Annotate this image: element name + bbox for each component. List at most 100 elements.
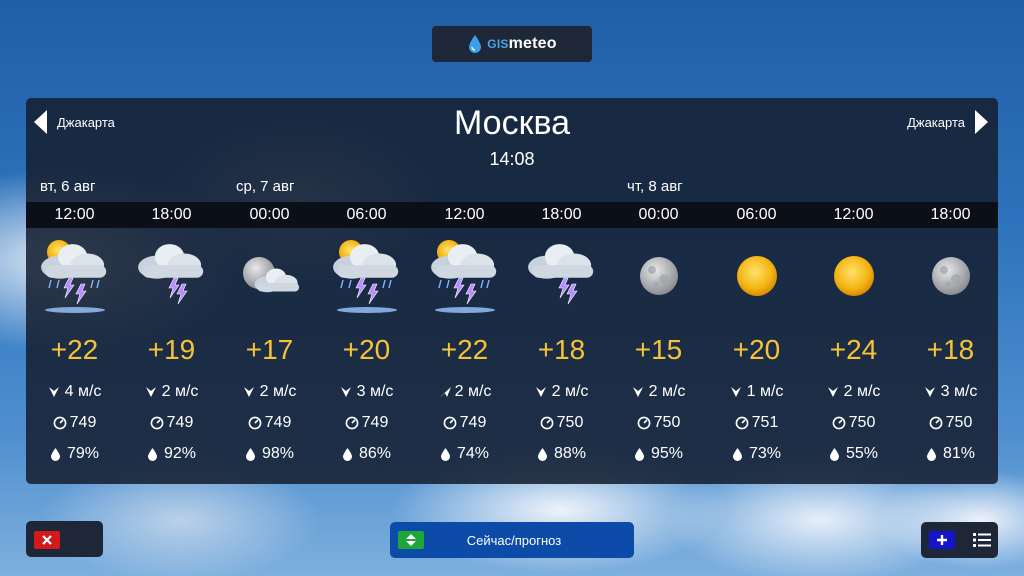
humidity-value: 79% [66,445,100,462]
forecast-humidity: 95% [610,445,707,463]
forecast-humidity: 92% [123,445,220,463]
pressure-value: 750 [848,414,876,431]
forecast-hour: 18:00 [151,206,192,223]
forecast-pressure: 749 [416,414,513,432]
forecast-wind: 2 м/с [416,383,513,401]
forecast-hour: 06:00 [346,206,387,223]
forecast-temperature: +15 [634,334,683,365]
forecast-wind: 2 м/с [123,383,220,401]
pressure-gauge-icon [345,416,359,430]
pressure-gauge-icon [637,416,651,430]
wind-value: 3 м/с [356,383,394,400]
forecast-wind: 2 м/с [513,383,610,401]
humidity-drop-icon [537,447,549,461]
thunderstorm-rain-sun-icon [318,236,415,316]
forecast-wind: 4 м/с [26,383,123,401]
forecast-hour: 00:00 [638,206,679,223]
humidity-value: 81% [942,445,976,462]
wind-value: 3 м/с [940,383,978,400]
thunderstorm-rain-sun-icon [416,236,513,316]
humidity-value: 74% [456,445,490,462]
day-label-2: ср, 7 авг [236,178,295,195]
forecast-hour: 18:00 [930,206,971,223]
humidity-value: 95% [650,445,684,462]
add-button[interactable] [929,531,955,549]
pressure-value: 749 [166,414,194,431]
humidity-drop-icon [829,447,841,461]
north-icon [48,385,60,399]
wind-value: 2 м/с [259,383,297,400]
humidity-drop-icon [245,447,257,461]
wind-value: 2 м/с [161,383,199,400]
current-time: 14:08 [489,149,535,169]
forecast-temperature: +20 [732,334,781,365]
pressure-value: 749 [361,414,389,431]
forecast-temperature: +18 [926,334,975,365]
forecast-temperature: +18 [537,334,586,365]
forecast-pressure: 750 [513,414,610,432]
wind-value: 2 м/с [648,383,686,400]
forecast-hour: 12:00 [833,206,874,223]
humidity-drop-icon [342,447,354,461]
now-forecast-toggle-button[interactable]: Сейчас/прогноз [390,522,634,558]
sun-icon [708,236,805,316]
pressure-value: 750 [556,414,584,431]
pressure-value: 750 [945,414,973,431]
forecast-hour: 12:00 [444,206,485,223]
north-icon [145,385,157,399]
forecast-pressure: 749 [123,414,220,432]
wind-value: 2 м/с [843,383,881,400]
logo-text: GISmeteo [487,35,557,52]
humidity-value: 55% [845,445,879,462]
pressure-value: 750 [653,414,681,431]
forecast-wind: 2 м/с [805,383,902,401]
pressure-gauge-icon [929,416,943,430]
pressure-gauge-icon [53,416,67,430]
forecast-temperature: +19 [147,334,196,365]
forecast-temperature: +17 [245,334,294,365]
pressure-value: 749 [69,414,97,431]
list-icon[interactable] [973,532,991,548]
forecast-temperature: +22 [50,334,99,365]
sun-icon [805,236,902,316]
city-title: Москва [453,104,571,142]
north-icon [924,385,936,399]
forecast-temperature: +20 [342,334,391,365]
thunderstorm-cloud-icon [513,236,610,316]
forecast-pressure: 751 [708,414,805,432]
wind-value: 2 м/с [454,383,492,400]
humidity-drop-icon [732,447,744,461]
forecast-pressure: 750 [902,414,999,432]
forecast-hour: 06:00 [736,206,777,223]
forecast-hour: 18:00 [541,206,582,223]
north-icon [535,385,547,399]
pressure-gauge-icon [443,416,457,430]
forecast-humidity: 88% [513,445,610,463]
toggle-arrows-icon [398,531,424,549]
forecast-wind: 2 м/с [610,383,707,401]
thunderstorm-rain-sun-icon [26,236,123,316]
day-label-3: чт, 8 авг [627,178,683,195]
close-button[interactable] [26,521,103,557]
day-label-1: вт, 6 авг [40,178,96,195]
water-drop-logo-icon [469,35,482,53]
pressure-value: 749 [264,414,292,431]
forecast-humidity: 74% [416,445,513,463]
forecast-hour: 12:00 [54,206,95,223]
humidity-drop-icon [440,447,452,461]
forecast-pressure: 749 [221,414,318,432]
forecast-pressure: 749 [26,414,123,432]
humidity-value: 88% [553,445,587,462]
pressure-gauge-icon [150,416,164,430]
north-icon [730,385,742,399]
moon-cloud-icon [221,236,318,316]
close-icon [34,531,60,549]
humidity-drop-icon [50,447,62,461]
pressure-value: 749 [459,414,487,431]
forecast-pressure: 750 [805,414,902,432]
pressure-gauge-icon [540,416,554,430]
humidity-drop-icon [147,447,159,461]
north-icon [632,385,644,399]
thunderstorm-cloud-icon [123,236,220,316]
humidity-value: 92% [163,445,197,462]
